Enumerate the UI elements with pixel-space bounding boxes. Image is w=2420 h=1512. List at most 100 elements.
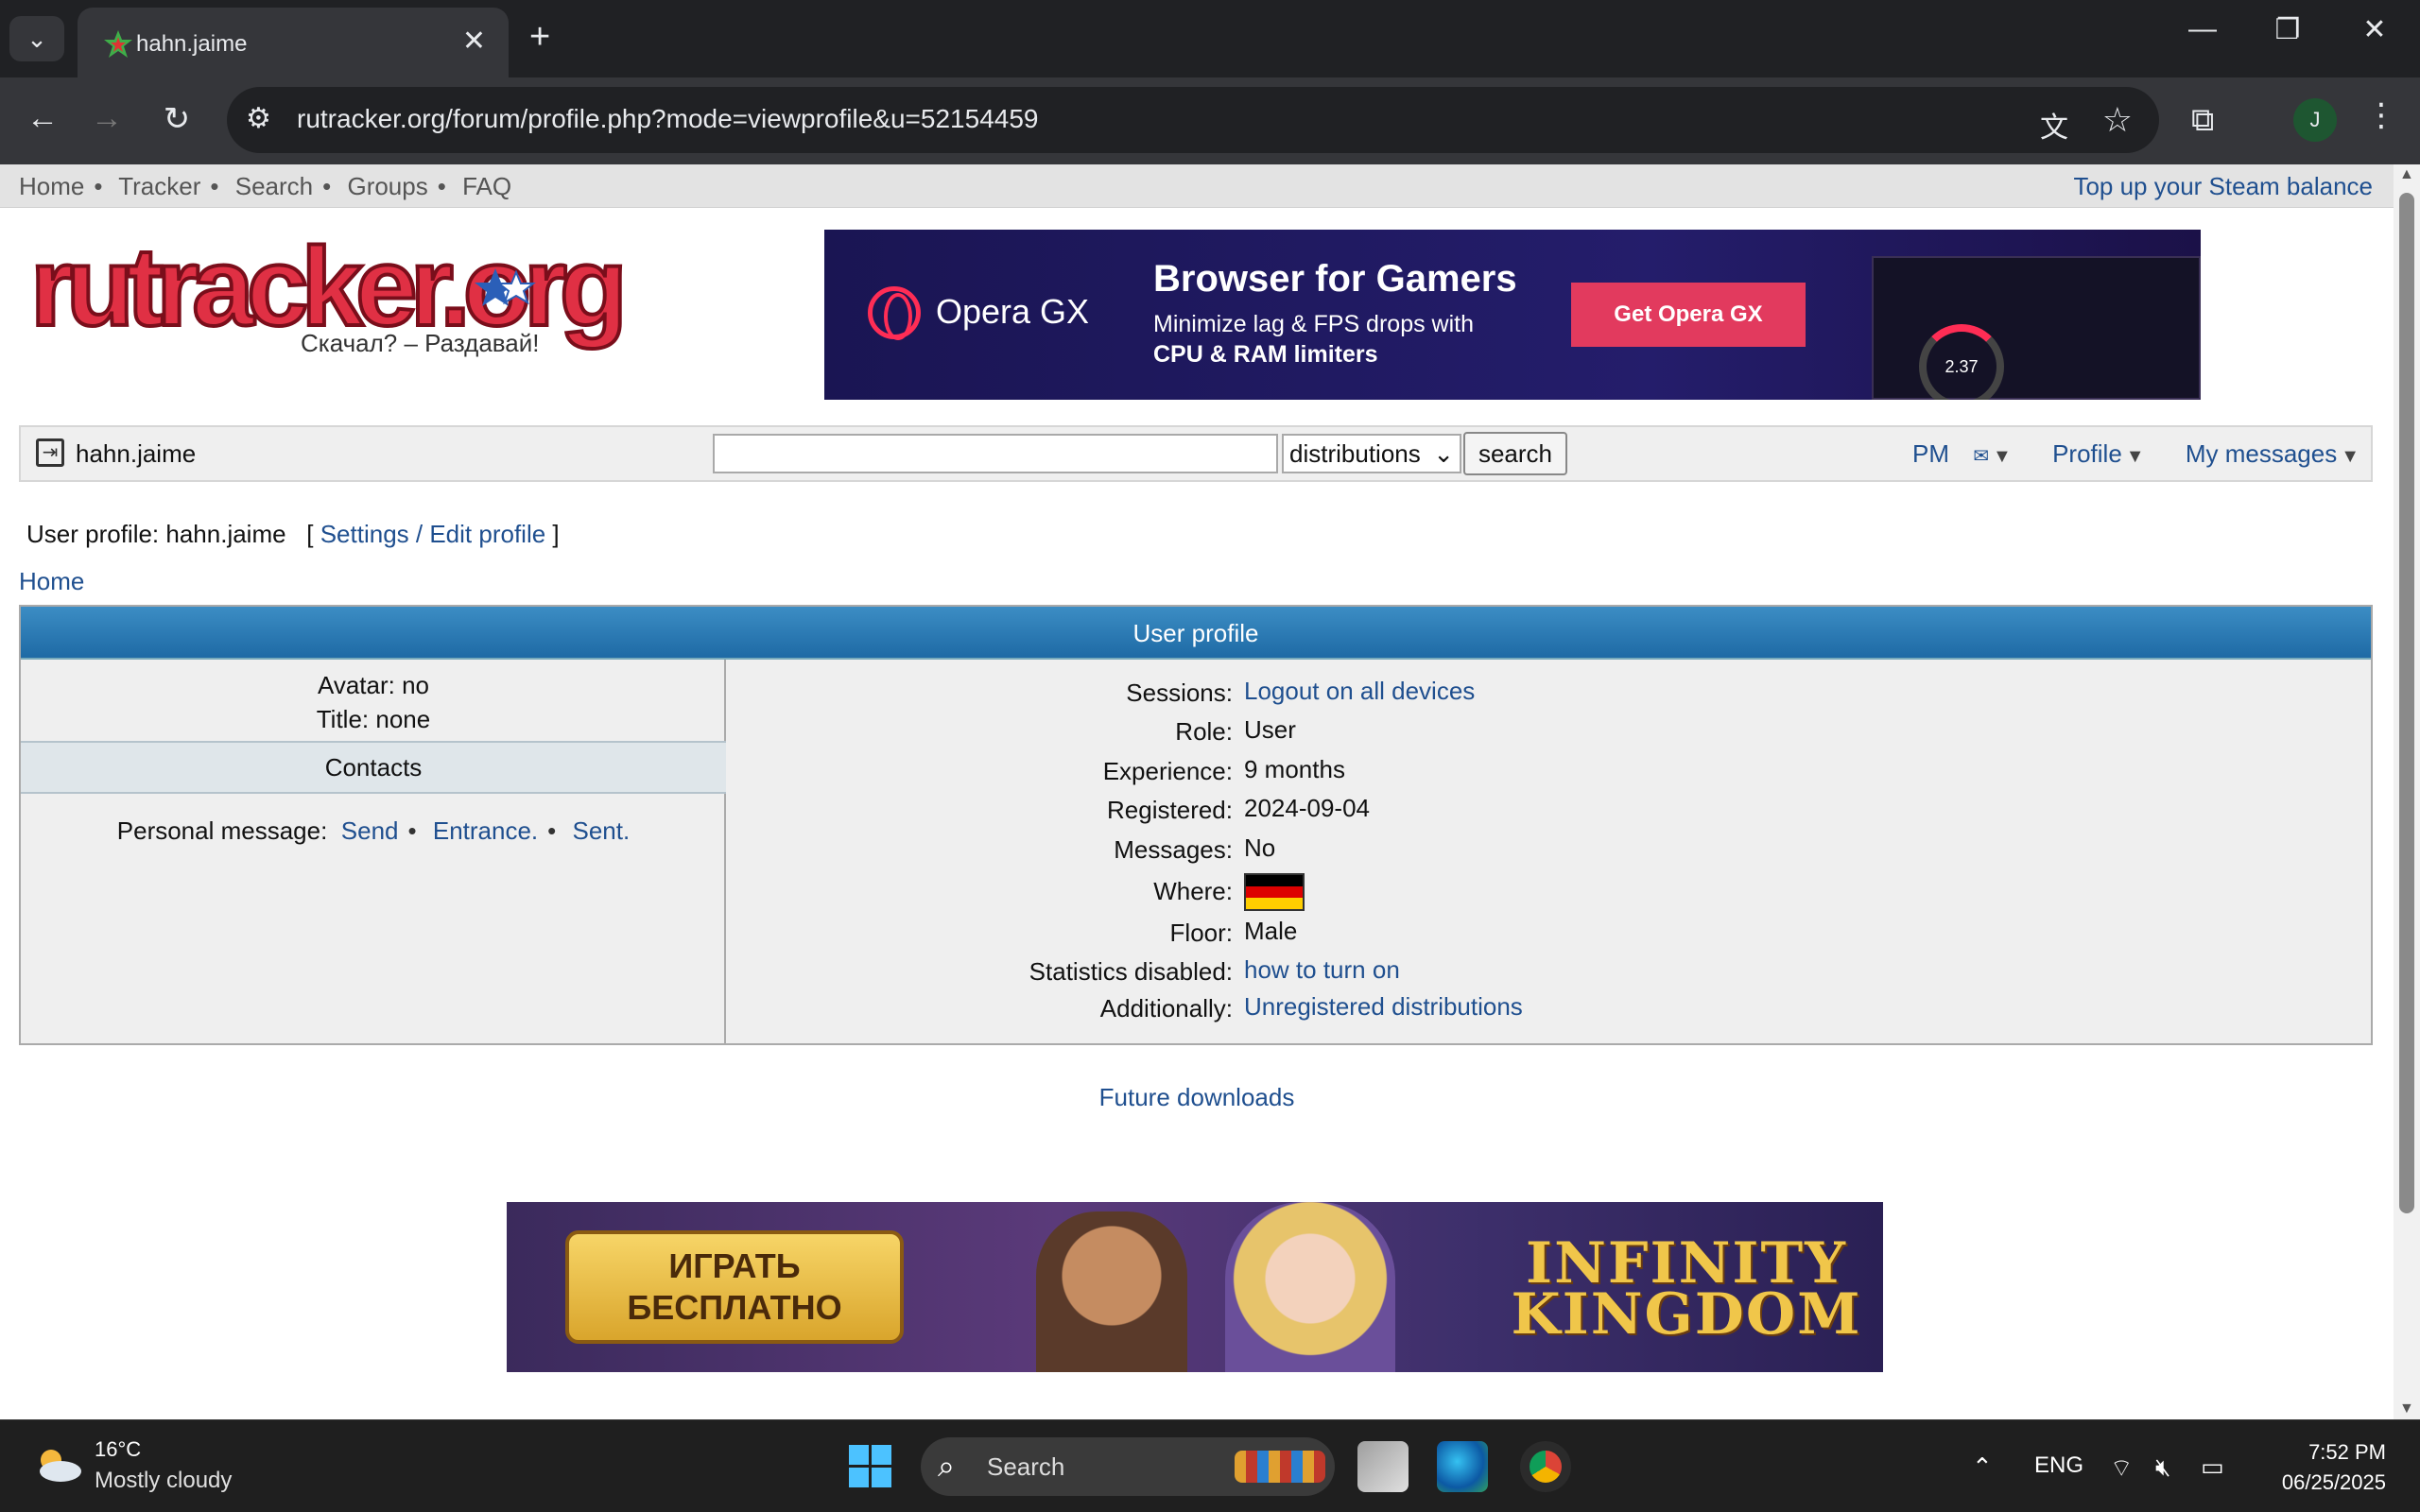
- tab-search-button[interactable]: ⌄: [9, 16, 64, 61]
- system-clock[interactable]: 7:52 PM 06/25/2025: [2282, 1437, 2386, 1498]
- restore-icon[interactable]: ❐: [2259, 13, 2316, 46]
- search-button[interactable]: search: [1463, 432, 1567, 475]
- rutracker-logo[interactable]: rutracker.org Скачал? – Раздавай!: [25, 240, 639, 358]
- germany-flag-icon: [1244, 873, 1305, 911]
- dropdown-triangle-icon: ▼: [1993, 446, 2012, 467]
- translate-icon[interactable]: 文: [2040, 104, 2068, 146]
- site-info-icon[interactable]: ⚙: [246, 102, 282, 138]
- wifi-icon[interactable]: ⌔: [2110, 1452, 2133, 1484]
- ad-headline: Browser for Gamers: [1153, 258, 1517, 300]
- url-text[interactable]: rutracker.org/forum/profile.php?mode=vie…: [297, 104, 1038, 134]
- ad-hero-princess-image: [1225, 1202, 1395, 1372]
- weather-description[interactable]: Mostly cloudy: [95, 1468, 232, 1494]
- row-role: Role: User: [1175, 715, 1296, 746]
- taskbar-search[interactable]: ⌕ Search: [921, 1437, 1335, 1496]
- how-to-turn-on-link[interactable]: how to turn on: [1244, 955, 1400, 985]
- pm-send-link[interactable]: Send: [341, 816, 399, 845]
- contacts-header: Contacts: [21, 741, 726, 794]
- ad-subline-1: Minimize lag & FPS drops with: [1153, 311, 1475, 337]
- address-bar[interactable]: ⚙ rutracker.org/forum/profile.php?mode=v…: [227, 87, 2159, 153]
- browser-tab[interactable]: hahn.jaime ✕: [78, 8, 509, 77]
- tab-title: hahn.jaime: [136, 31, 248, 57]
- forward-icon[interactable]: →: [83, 100, 130, 137]
- flag-stripe: [1246, 885, 1303, 898]
- infinity-kingdom-ad-banner[interactable]: ИГРАТЬ БЕСПЛАТНО INFINITY KINGDOM: [507, 1202, 1883, 1372]
- pm-sent-link[interactable]: Sent.: [573, 816, 631, 845]
- extensions-icon[interactable]: ⧉: [2191, 102, 2214, 139]
- back-icon[interactable]: ←: [19, 100, 66, 137]
- edge-browser-icon[interactable]: [1437, 1441, 1488, 1492]
- logo-tagline: Скачал? – Раздавай!: [301, 329, 540, 357]
- nav-tracker[interactable]: Tracker: [118, 172, 200, 200]
- volume-muted-icon[interactable]: 🔇︎: [2155, 1452, 2170, 1483]
- user-bar: ⇥ hahn.jaime distributions ⌄ search PM ✉…: [19, 425, 2373, 482]
- ad-brand: Opera GX: [936, 292, 1090, 331]
- avatar-info: Avatar: no: [317, 671, 430, 699]
- unregistered-distributions-link[interactable]: Unregistered distributions: [1244, 992, 1523, 1022]
- current-username[interactable]: hahn.jaime: [76, 439, 196, 469]
- weather-cloud-icon[interactable]: [32, 1445, 83, 1483]
- show-hidden-icons-icon[interactable]: ⌃: [1972, 1452, 1993, 1482]
- ad-play-button[interactable]: ИГРАТЬ БЕСПЛАТНО: [565, 1230, 904, 1344]
- clock-time: 7:52 PM: [2308, 1440, 2386, 1464]
- chrome-browser-icon[interactable]: [1520, 1441, 1571, 1492]
- scroll-down-icon[interactable]: ▼: [2399, 1400, 2414, 1418]
- search-highlight-icon: [1235, 1451, 1325, 1483]
- search-icon: ⌕: [938, 1449, 955, 1483]
- nav-search[interactable]: Search: [235, 172, 313, 200]
- minimize-icon[interactable]: —: [2174, 13, 2231, 45]
- personal-message-row: Personal message: Send • Entrance. • Sent.: [116, 816, 631, 845]
- pm-inbox-link[interactable]: Entrance.: [433, 816, 538, 845]
- profile-table-header: User profile: [21, 607, 2371, 660]
- ad-cta-button[interactable]: Get Opera GX: [1571, 283, 1806, 347]
- profile-avatar[interactable]: J: [2293, 98, 2337, 142]
- new-tab-icon[interactable]: +: [529, 17, 550, 58]
- breadcrumb-home[interactable]: Home: [19, 567, 84, 596]
- page-scrollbar[interactable]: ▲ ▼: [2394, 164, 2420, 1419]
- menu-kebab-icon[interactable]: ⋮: [2365, 96, 2397, 134]
- bookmark-star-icon[interactable]: ☆: [2102, 100, 2133, 140]
- nav-groups[interactable]: Groups: [347, 172, 427, 200]
- user-menu-links: PM ✉ ▼ Profile ▼ My messages ▼: [1878, 439, 2360, 469]
- task-view-icon[interactable]: [1357, 1441, 1409, 1492]
- opera-gx-ad-banner[interactable]: Opera GX Browser for Gamers Minimize lag…: [824, 230, 2201, 400]
- pm-label: Personal message:: [116, 816, 328, 845]
- scrollbar-thumb[interactable]: [2399, 193, 2414, 1213]
- windows-start-icon[interactable]: [849, 1445, 892, 1488]
- settings-edit-profile-link[interactable]: Settings / Edit profile: [320, 520, 545, 548]
- browser-tabbar: ⌄ hahn.jaime ✕ + — ❐ ✕: [0, 0, 2420, 77]
- dropdown-triangle-icon: ▼: [2341, 446, 2360, 467]
- language-indicator[interactable]: ENG: [2034, 1452, 2083, 1479]
- dropdown-triangle-icon: ▼: [2125, 446, 2145, 467]
- row-where: Where:: [728, 873, 2371, 911]
- nav-home[interactable]: Home: [19, 172, 84, 200]
- nav-faq[interactable]: FAQ: [462, 172, 511, 200]
- opera-logo-icon: [868, 286, 921, 340]
- battery-icon[interactable]: ▭: [2201, 1452, 2224, 1482]
- my-messages-menu[interactable]: My messages ▼: [2169, 439, 2360, 468]
- pm-menu[interactable]: PM ✉ ▼: [1895, 439, 2012, 468]
- logout-all-devices-link[interactable]: Logout on all devices: [1244, 677, 1475, 706]
- rutracker-favicon: [104, 30, 132, 58]
- reload-icon[interactable]: ↻: [153, 100, 200, 138]
- close-tab-icon[interactable]: ✕: [462, 25, 486, 58]
- site-top-nav: Home • Tracker • Search • Groups • FAQ Top u…: [0, 164, 2394, 208]
- search-scope-select[interactable]: distributions ⌄: [1282, 434, 1461, 473]
- scroll-up-icon[interactable]: ▲: [2399, 166, 2414, 183]
- user-profile-table: User profile Avatar: no Title: none Cont…: [19, 605, 2373, 1045]
- row-experience: Experience: 9 months: [1102, 755, 1345, 785]
- search-input[interactable]: [713, 434, 1278, 473]
- web-page: Home • Tracker • Search • Groups • FAQ Top u…: [0, 164, 2394, 1419]
- profile-menu[interactable]: Profile ▼: [2035, 439, 2145, 468]
- future-downloads-link[interactable]: Future downloads: [0, 1083, 2394, 1112]
- row-statistics: Statistics disabled: how to turn on: [1028, 955, 1400, 986]
- ad-screenshot-panel: 2.37: [1872, 256, 2201, 400]
- weather-temperature[interactable]: 16°C: [95, 1437, 141, 1462]
- logout-icon[interactable]: ⇥: [36, 438, 64, 467]
- close-window-icon[interactable]: ✕: [2346, 13, 2403, 46]
- page-title: User profile: hahn.jaime [ Settings / Ed…: [26, 520, 560, 548]
- flag-stripe: [1246, 897, 1303, 909]
- profile-label: User profile: hahn.jaime: [26, 520, 286, 548]
- steam-topup-link[interactable]: Top up your Steam balance: [2073, 172, 2373, 201]
- row-messages: Messages: No: [1114, 833, 1276, 864]
